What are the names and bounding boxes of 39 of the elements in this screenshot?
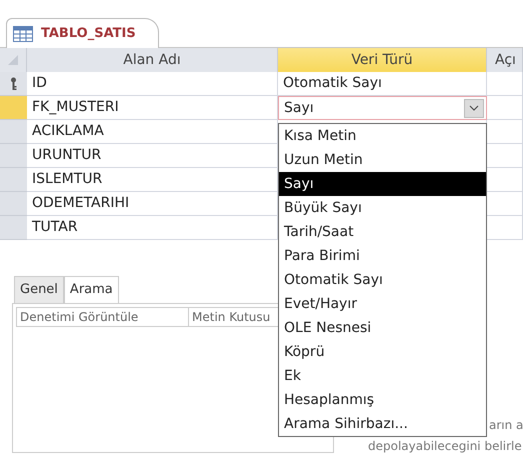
dropdown-option[interactable]: Para Birimi: [279, 244, 486, 268]
field-name-cell[interactable]: ID: [27, 72, 278, 96]
dropdown-option[interactable]: Köprü: [279, 340, 486, 364]
table-icon: [13, 26, 33, 42]
field-name-cell[interactable]: ACIKLAMA: [27, 120, 278, 144]
property-value[interactable]: Metin Kutusu: [189, 308, 274, 326]
select-all-corner-icon[interactable]: [8, 55, 18, 65]
column-header[interactable]: Alan Adı: [27, 48, 278, 72]
property-tab[interactable]: Arama: [64, 276, 119, 302]
field-name-cell[interactable]: URUNTUR: [27, 144, 278, 168]
field-name-cell[interactable]: ODEMETARIHI: [27, 192, 278, 216]
property-label: Denetimi Görüntüle: [17, 308, 189, 326]
dropdown-option[interactable]: Tarih/Saat: [279, 220, 486, 244]
dropdown-option[interactable]: Sayı: [279, 172, 486, 196]
key-icon: [10, 76, 17, 90]
help-text: arın a: [489, 417, 523, 434]
description-cell[interactable]: [487, 96, 523, 120]
dropdown-option[interactable]: Hesaplanmış: [279, 388, 486, 412]
dropdown-option[interactable]: Uzun Metin: [279, 148, 486, 172]
field-name-cell[interactable]: TUTAR: [27, 216, 278, 240]
property-tab[interactable]: Genel: [14, 276, 64, 302]
field-name-cell[interactable]: FK_MUSTERI: [27, 96, 278, 120]
dropdown-option[interactable]: Ek: [279, 364, 486, 388]
column-header[interactable]: Veri Türü: [278, 48, 487, 72]
column-header[interactable]: Açı: [487, 48, 523, 72]
help-text: depolayabilecegini belirle: [368, 438, 522, 455]
dropdown-option[interactable]: OLE Nesnesi: [279, 316, 486, 340]
dropdown-option[interactable]: Kısa Metin: [279, 124, 486, 148]
document-tab[interactable]: TABLO_SATIS: [6, 18, 159, 48]
description-cell[interactable]: [487, 72, 523, 96]
row-selector[interactable]: [0, 72, 27, 96]
dropdown-option[interactable]: Arama Sihirbazı...: [279, 412, 486, 436]
chevron-down-icon[interactable]: [469, 105, 479, 111]
dropdown-option[interactable]: Evet/Hayır: [279, 292, 486, 316]
data-type-dropdown[interactable]: Sayı: [278, 96, 487, 120]
dropdown-option[interactable]: Otomatik Sayı: [279, 268, 486, 292]
field-name-cell[interactable]: ISLEMTUR: [27, 168, 278, 192]
data-type-cell[interactable]: Otomatik Sayı: [278, 72, 487, 96]
dropdown-option[interactable]: Büyük Sayı: [279, 196, 486, 220]
